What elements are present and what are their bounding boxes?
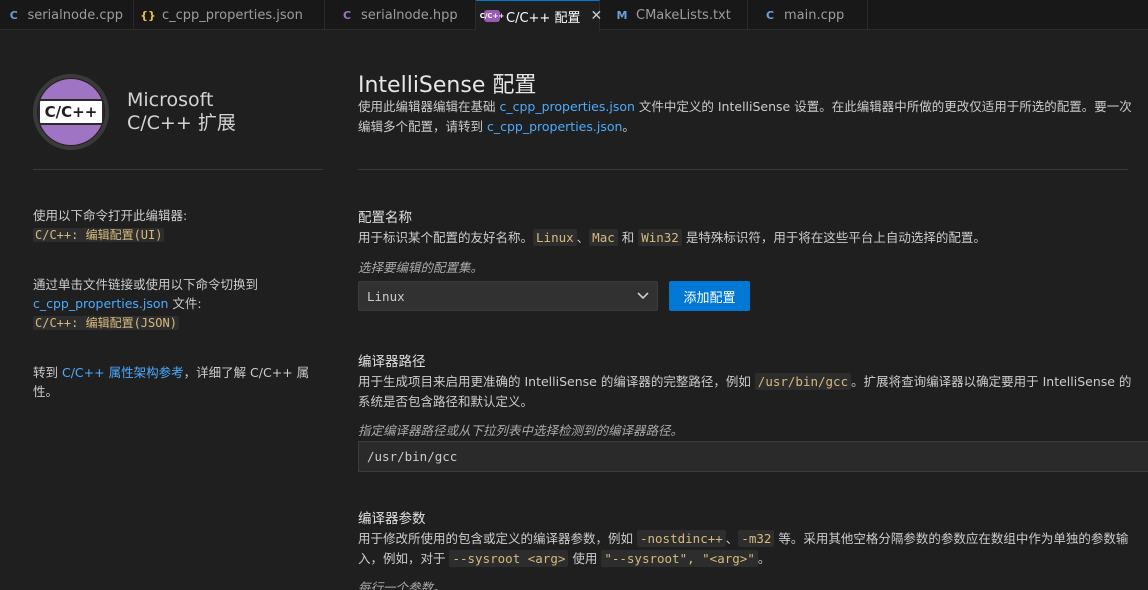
code-sysroot: --sysroot <arg> <box>449 550 569 567</box>
tab-c-cpp-properties-json[interactable]: {} c_cpp_properties.json <box>134 0 325 30</box>
add-configuration-button[interactable]: 添加配置 <box>669 281 750 311</box>
tab-serialnode-hpp[interactable]: C serialnode.hpp <box>325 0 476 30</box>
code-mac: Mac <box>589 229 618 246</box>
hpp-file-icon: C <box>342 8 352 22</box>
code-m32: -m32 <box>738 530 775 547</box>
hint-text-suffix: 文件: <box>168 296 202 311</box>
config-name-hint: 选择要编辑的配置集。 <box>358 260 484 275</box>
command-ui: C/C++: 编辑配置(UI) <box>33 228 165 242</box>
tab-label: c_cpp_properties.json <box>162 7 303 23</box>
code-nostdinc: -nostdinc++ <box>636 530 726 547</box>
compiler-path-value: /usr/bin/gcc <box>367 449 458 464</box>
json-file-icon: {} <box>140 8 156 22</box>
page-title: IntelliSense 配置 <box>358 73 537 98</box>
config-name-title: 配置名称 <box>358 210 412 226</box>
tab-label: serialnode.hpp <box>361 7 458 23</box>
compiler-path-hint: 指定编译器路径或从下拉列表中选择检测到的编译器路径。 <box>358 423 684 438</box>
intro-text: 使用此编辑器编辑在基础 c_cpp_properties.json 文件中定义的… <box>358 99 1132 134</box>
code-compiler-path: /usr/bin/gcc <box>754 373 852 390</box>
extension-header: C/C++ Microsoft C/C++ 扩展 <box>33 74 236 150</box>
compiler-path-title: 编译器路径 <box>358 354 426 370</box>
cpp-file-icon: C <box>9 8 18 22</box>
switch-json-hint: 通过单击文件链接或使用以下命令切换到 c_cpp_properties.json… <box>33 275 323 333</box>
config-select[interactable]: Linux <box>358 281 658 311</box>
chevron-down-icon <box>637 290 649 303</box>
extension-name: Microsoft C/C++ 扩展 <box>127 89 236 135</box>
c-cpp-properties-link[interactable]: c_cpp_properties.json <box>499 99 634 114</box>
compiler-args-title: 编译器参数 <box>358 511 426 527</box>
tab-label: C/C++ 配置 <box>506 10 581 26</box>
tab-main-cpp[interactable]: C main.cpp <box>748 0 868 30</box>
brand-line-1: Microsoft <box>127 89 214 111</box>
hint-text: 通过单击文件链接或使用以下命令切换到 <box>33 277 259 292</box>
compiler-path-input[interactable]: /usr/bin/gcc <box>358 441 1148 472</box>
compiler-args-description: 用于修改所使用的包含或定义的编译器参数，例如 -nostdinc++、 -m32 … <box>358 530 1129 567</box>
compiler-args-hint: 每行一个参数。 <box>358 580 446 590</box>
hint-text: 转到 <box>33 365 62 380</box>
code-linux: Linux <box>533 229 577 246</box>
config-name-description: 用于标识某个配置的友好名称。 Linux、 Mac 和 Win32 是特殊标识符，用… <box>358 229 986 246</box>
open-editor-hint: 使用以下命令打开此编辑器: C/C++: 编辑配置(UI) <box>33 206 323 245</box>
code-sysroot-array: "--sysroot", "<arg>" <box>601 550 758 567</box>
divider <box>33 169 323 170</box>
tab-label: serialnode.cpp <box>27 7 123 23</box>
cpp-file-icon: C <box>765 8 775 22</box>
tab-label: CMakeLists.txt <box>636 7 731 23</box>
c-cpp-properties-link-2[interactable]: c_cpp_properties.json <box>487 119 622 134</box>
divider <box>358 169 1128 170</box>
code-win32: Win32 <box>638 229 682 246</box>
tab-cpp-configuration[interactable]: C/C++ C/C++ 配置 ✕ <box>476 0 602 31</box>
logo-text: C/C++ <box>38 99 104 125</box>
brand-line-2: C/C++ 扩展 <box>127 112 236 134</box>
hint-text: 使用以下命令打开此编辑器: <box>33 208 188 223</box>
tab-cmakelists-txt[interactable]: M CMakeLists.txt <box>600 0 748 30</box>
editor-tab-bar: C serialnode.cpp {} c_cpp_properties.jso… <box>0 0 1148 31</box>
command-json: C/C++: 编辑配置(JSON) <box>33 316 179 330</box>
tab-label: main.cpp <box>784 7 845 23</box>
schema-reference-link[interactable]: C/C++ 属性架构参考 <box>62 365 184 380</box>
tab-serialnode-cpp[interactable]: C serialnode.cpp <box>0 0 134 30</box>
c-cpp-properties-link[interactable]: c_cpp_properties.json <box>33 296 168 311</box>
config-select-value: Linux <box>367 288 405 304</box>
schema-reference-hint: 转到 C/C++ 属性架构参考，详细了解 C/C++ 属性。 <box>33 363 323 401</box>
extension-icon: C/C++ <box>479 10 505 22</box>
compiler-path-description: 用于生成项目来启用更准确的 IntelliSense 的编译器的完整路径，例如 … <box>358 373 1132 409</box>
cpp-logo-icon: C/C++ <box>33 74 109 150</box>
cmake-file-icon: M <box>616 8 628 22</box>
